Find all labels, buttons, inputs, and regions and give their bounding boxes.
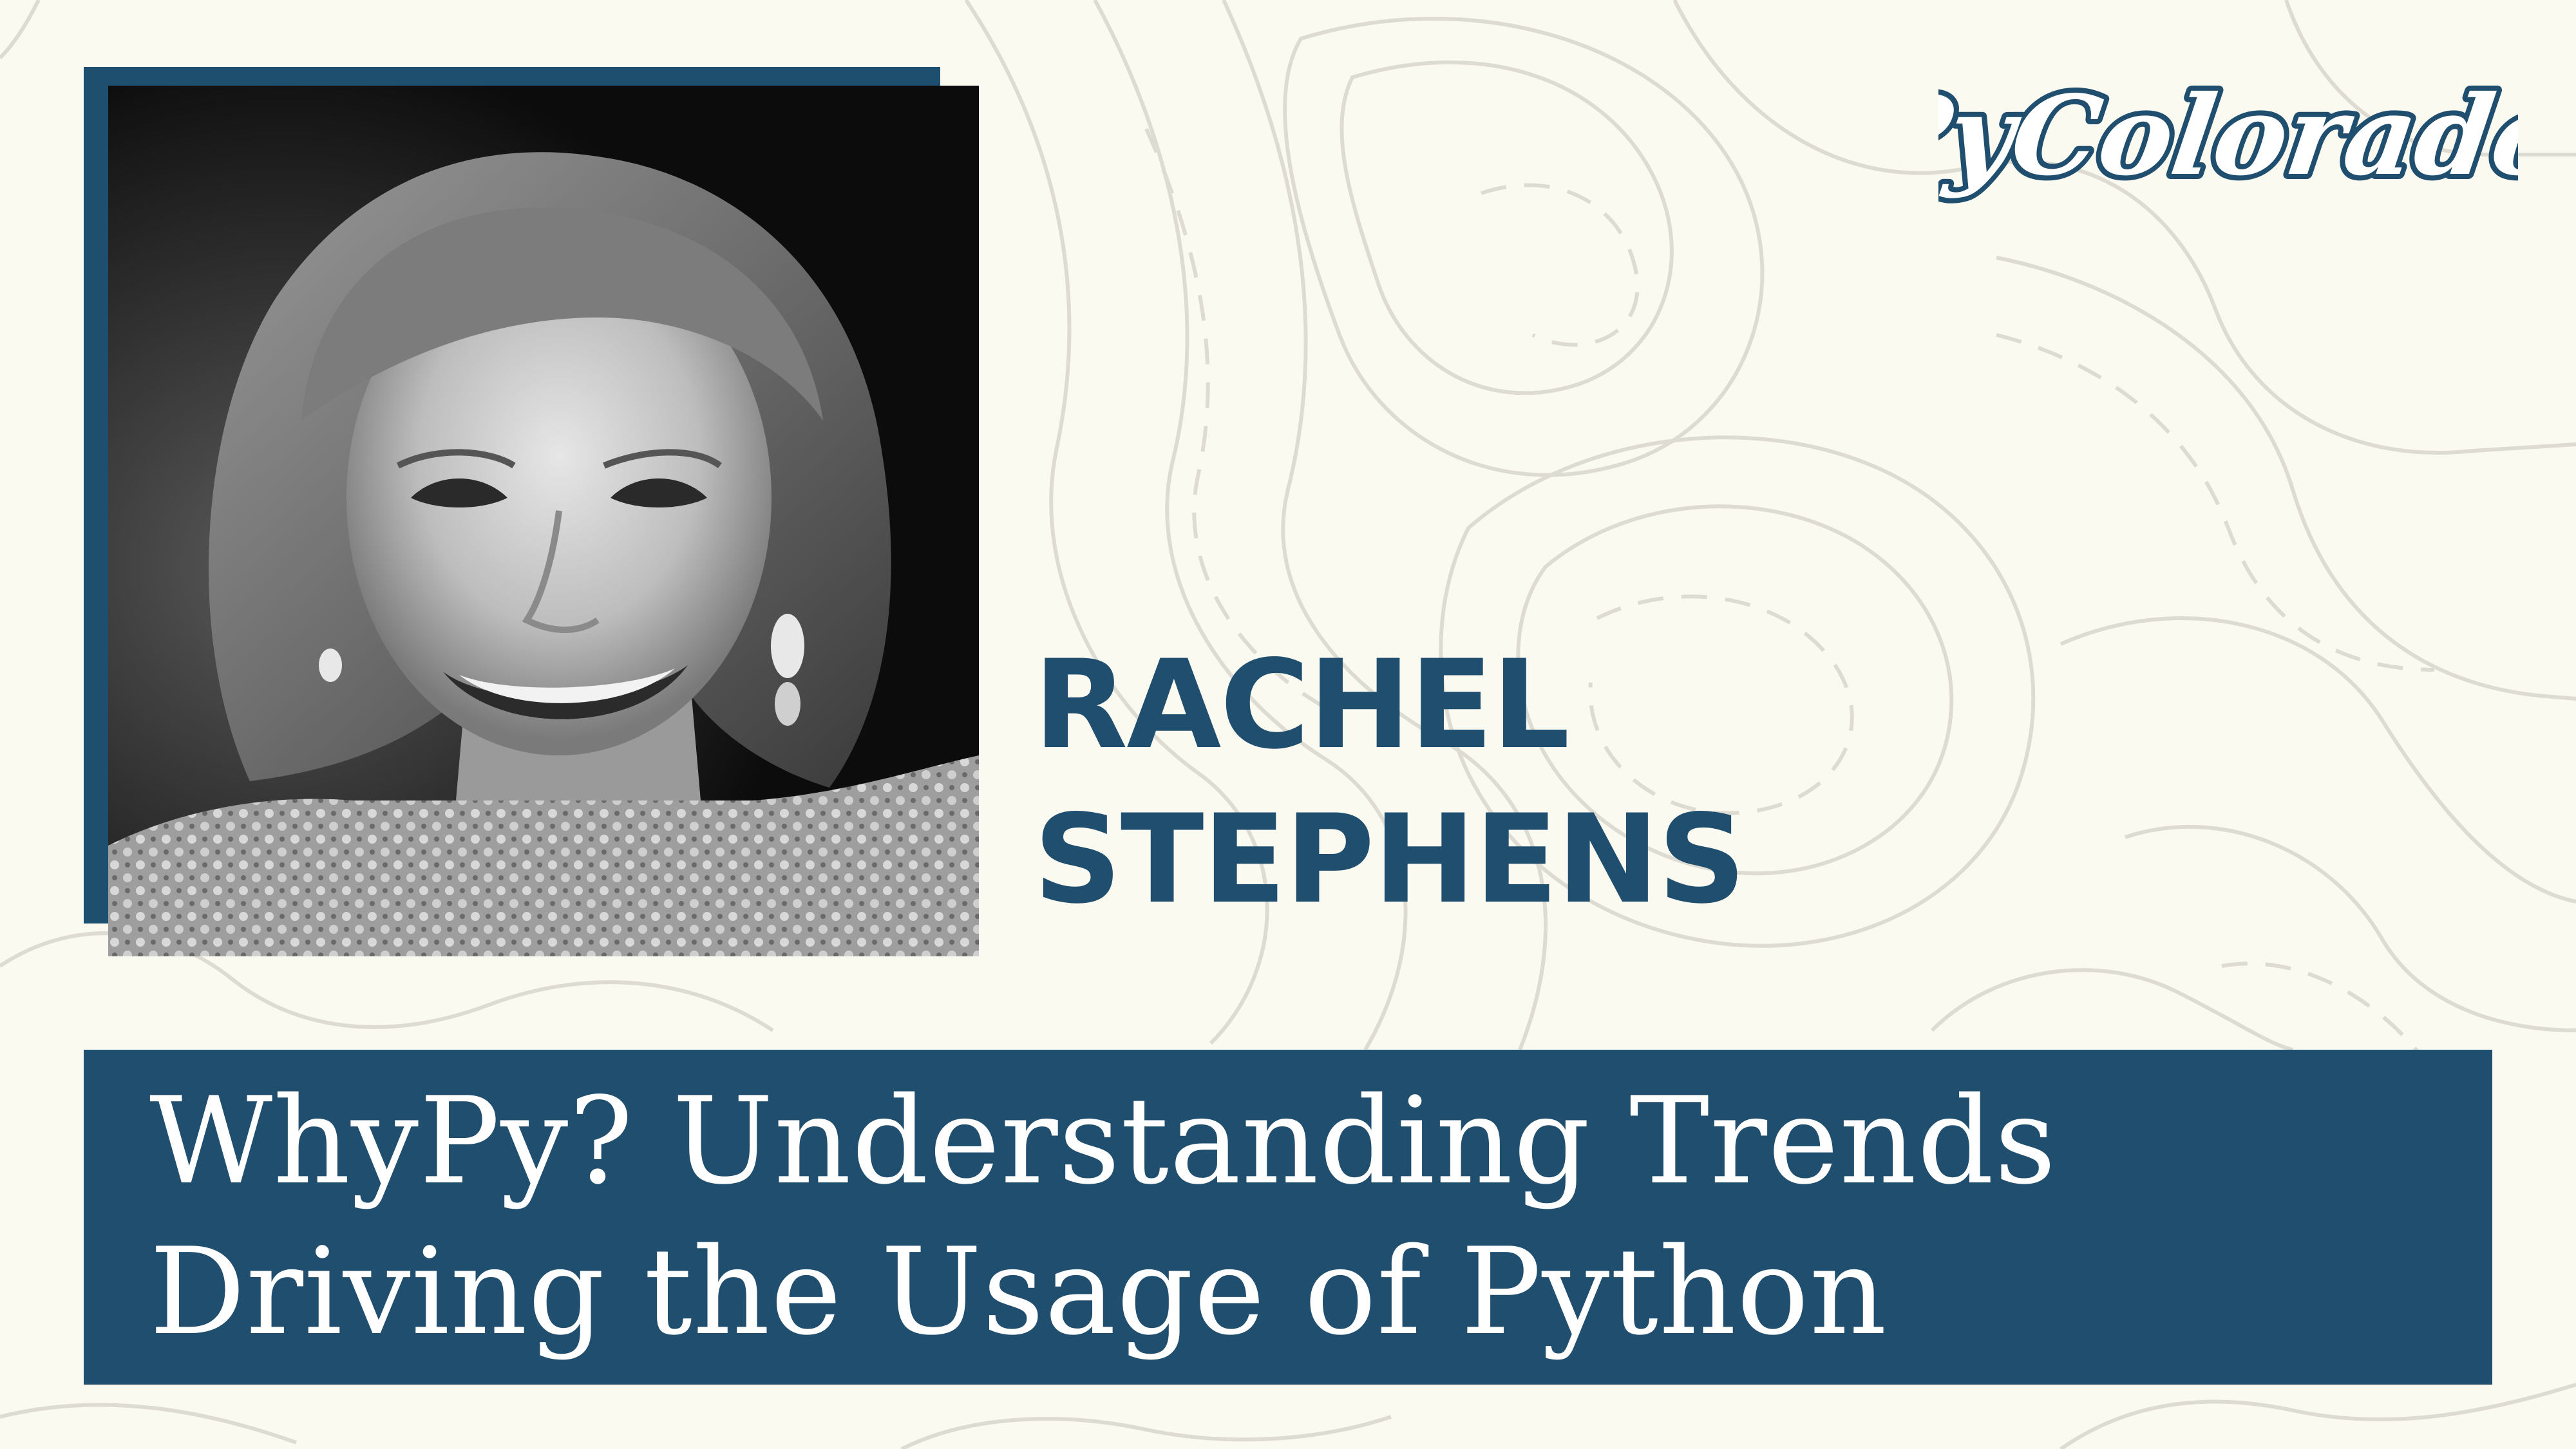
speaker-first-name: RACHEL xyxy=(1034,634,1570,776)
pycolorado-logo: PyColorado xyxy=(1938,67,2518,205)
svg-text:PyColorado: PyColorado xyxy=(1938,72,2518,200)
speaker-card: PyColorado RACHEL STEPHENS WhyPy? Unders… xyxy=(0,0,2576,1449)
talk-title: WhyPy? Understanding Trends Driving the … xyxy=(149,1066,2468,1367)
speaker-name: RACHEL STEPHENS xyxy=(1034,628,2257,937)
talk-title-line-2: Driving the Usage of Python xyxy=(149,1222,1888,1361)
talk-title-line-1: WhyPy? Understanding Trends xyxy=(149,1071,2057,1211)
speaker-last-name: STEPHENS xyxy=(1034,788,1746,931)
speaker-photo xyxy=(108,86,979,956)
speaker-portrait-image xyxy=(108,86,979,956)
